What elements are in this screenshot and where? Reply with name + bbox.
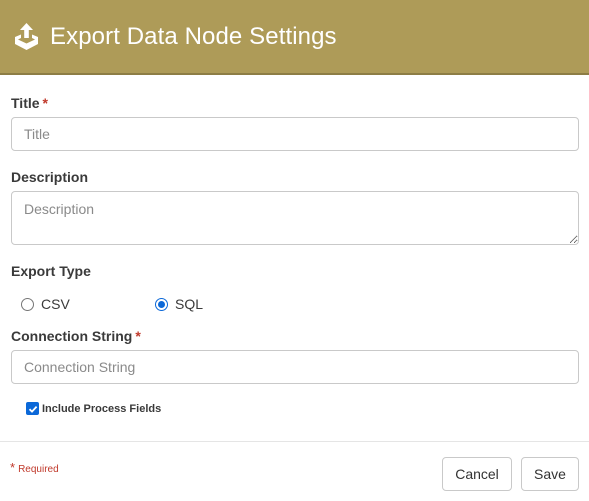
required-note: * Required [10,460,59,475]
sql-radio-label: SQL [175,296,204,312]
export-type-label: Export Type [11,263,91,279]
description-label: Description [11,169,89,185]
required-asterisk: * [135,328,141,344]
sql-radio-button[interactable] [155,297,168,311]
footer-divider [0,441,589,442]
csv-radio-label: CSV [41,296,70,312]
required-asterisk: * [42,95,48,111]
connection-string-label: Connection String * [11,328,141,344]
export-type-csv-radio[interactable]: CSV [21,296,70,312]
title-label: Title * [11,95,48,111]
cancel-button[interactable]: Cancel [442,457,512,491]
required-asterisk: * [10,460,16,475]
title-input[interactable] [11,117,579,151]
description-textarea[interactable] [11,191,579,245]
dialog-title: Export Data Node Settings [50,22,337,50]
include-process-fields-row[interactable]: Include Process Fields [26,402,161,415]
export-type-sql-radio[interactable]: SQL [155,296,203,312]
checkmark-icon [28,405,37,413]
save-button[interactable]: Save [521,457,579,491]
export-upload-icon [15,22,38,50]
dialog-header: Export Data Node Settings [0,0,589,75]
csv-radio-button[interactable] [21,297,34,311]
connection-string-input[interactable] [11,350,579,384]
include-process-fields-checkbox[interactable] [26,402,39,415]
include-process-fields-label: Include Process Fields [42,402,162,415]
